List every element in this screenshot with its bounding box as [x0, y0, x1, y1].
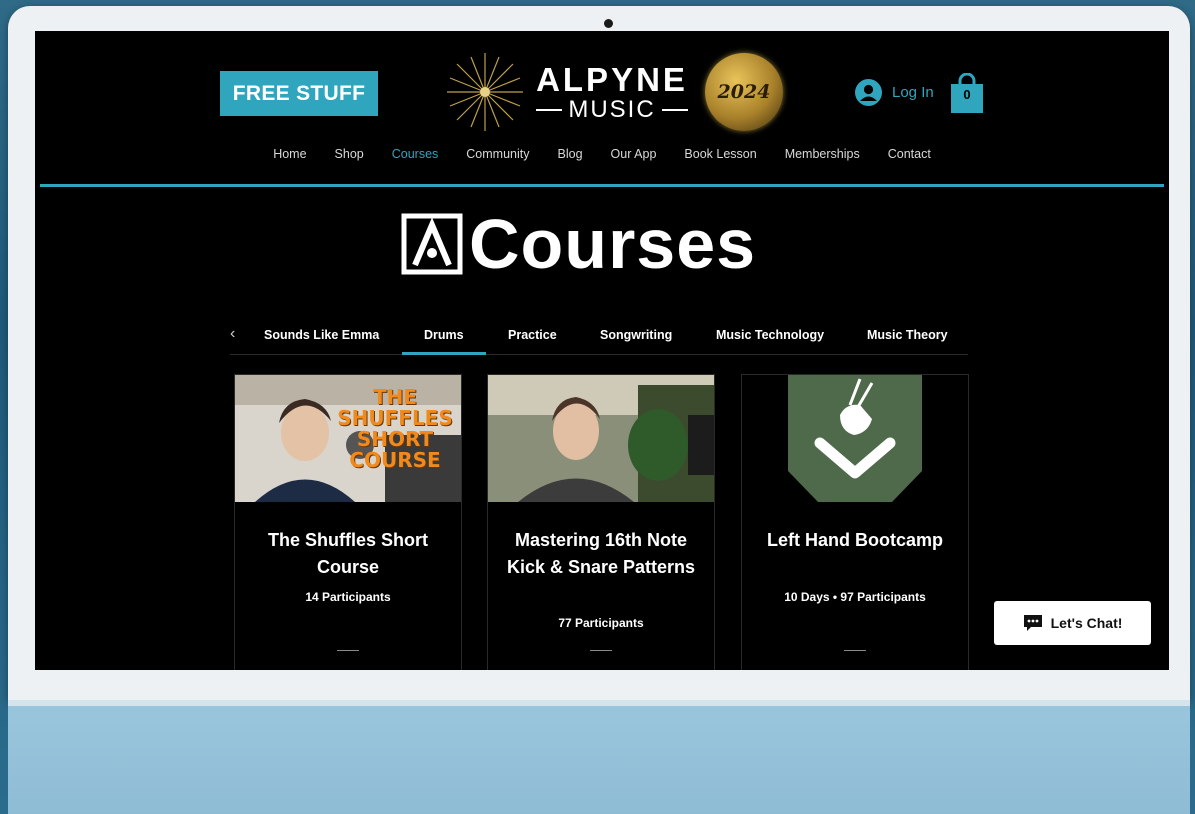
alpyne-a-icon: [401, 213, 463, 275]
user-avatar-icon: [855, 79, 882, 106]
logo-text: ALPYNE MUSIC: [527, 63, 697, 123]
shuffles-thumbnail-text: THE SHUFFLES SHORT COURSE: [337, 385, 453, 472]
card-divider: [590, 650, 612, 651]
free-stuff-button[interactable]: FREE STUFF: [220, 71, 378, 116]
course-title[interactable]: Mastering 16th Note Kick & Snare Pattern…: [502, 527, 700, 581]
logo-line2: MUSIC: [527, 97, 697, 123]
monitor-edge: [8, 700, 1190, 706]
main-nav: Home Shop Courses Community Blog Our App…: [35, 147, 1169, 161]
nav-book-lesson[interactable]: Book Lesson: [670, 147, 770, 161]
chat-label: Let's Chat!: [1050, 615, 1123, 631]
nav-home[interactable]: Home: [259, 147, 320, 161]
tab-sounds-like-emma[interactable]: Sounds Like Emma: [264, 328, 379, 342]
tab-practice[interactable]: Practice: [508, 328, 557, 342]
chat-bubble-icon: [1023, 615, 1042, 631]
course-title[interactable]: Left Hand Bootcamp: [756, 527, 954, 554]
login-label: Log In: [892, 84, 934, 101]
cart-button[interactable]: 0: [950, 72, 984, 113]
page-title: Courses: [401, 205, 757, 283]
logo-dash-left: [536, 109, 563, 111]
course-participants: 77 Participants: [558, 616, 644, 630]
tab-music-technology[interactable]: Music Technology: [716, 328, 824, 342]
nav-courses[interactable]: Courses: [378, 147, 453, 161]
course-card[interactable]: Left Hand Bootcamp 10 Days • 97 Particip…: [741, 374, 969, 670]
logo-line2-text: MUSIC: [568, 96, 656, 123]
chevron-left-icon[interactable]: ‹: [230, 325, 235, 343]
page-title-text: Courses: [469, 205, 757, 283]
tab-drums[interactable]: Drums: [424, 328, 464, 342]
course-thumbnail: [488, 375, 714, 502]
nav-community[interactable]: Community: [452, 147, 543, 161]
logo-line1: ALPYNE: [536, 61, 688, 98]
chat-button[interactable]: Let's Chat!: [994, 601, 1151, 645]
nav-blog[interactable]: Blog: [544, 147, 597, 161]
category-tabs: ‹ Sounds Like Emma Drums Practice Songwr…: [230, 321, 968, 355]
screen: FREE STUFF ALPYNE MUSIC 2024 Log In 0 Ho…: [35, 31, 1169, 670]
card-divider: [337, 650, 359, 651]
course-thumbnail: [742, 375, 968, 502]
course-title[interactable]: The Shuffles Short Course: [249, 527, 447, 581]
course-card[interactable]: Mastering 16th Note Kick & Snare Pattern…: [487, 374, 715, 670]
logo-dash-right: [661, 109, 688, 111]
nav-our-app[interactable]: Our App: [597, 147, 671, 161]
active-tab-indicator: [402, 352, 486, 355]
tab-music-theory[interactable]: Music Theory: [867, 328, 948, 342]
camera-dot: [604, 19, 613, 28]
tab-songwriting[interactable]: Songwriting: [600, 328, 672, 342]
course-participants: 10 Days • 97 Participants: [784, 590, 926, 604]
nav-contact[interactable]: Contact: [874, 147, 945, 161]
card-divider: [844, 650, 866, 651]
alpyne-music-logo[interactable]: ALPYNE MUSIC 2024: [443, 49, 783, 135]
course-thumbnail: THE SHUFFLES SHORT COURSE: [235, 375, 461, 502]
nav-shop[interactable]: Shop: [321, 147, 378, 161]
firework-icon: [447, 53, 523, 131]
course-participants: 14 Participants: [305, 590, 391, 604]
header-divider: [40, 184, 1164, 187]
monitor-chin: [8, 700, 1190, 814]
year-badge: 2024: [705, 53, 783, 131]
course-card[interactable]: THE SHUFFLES SHORT COURSE The Shuffles S…: [234, 374, 462, 670]
nav-memberships[interactable]: Memberships: [771, 147, 874, 161]
cart-count: 0: [963, 87, 971, 102]
login-button[interactable]: Log In: [855, 79, 934, 106]
